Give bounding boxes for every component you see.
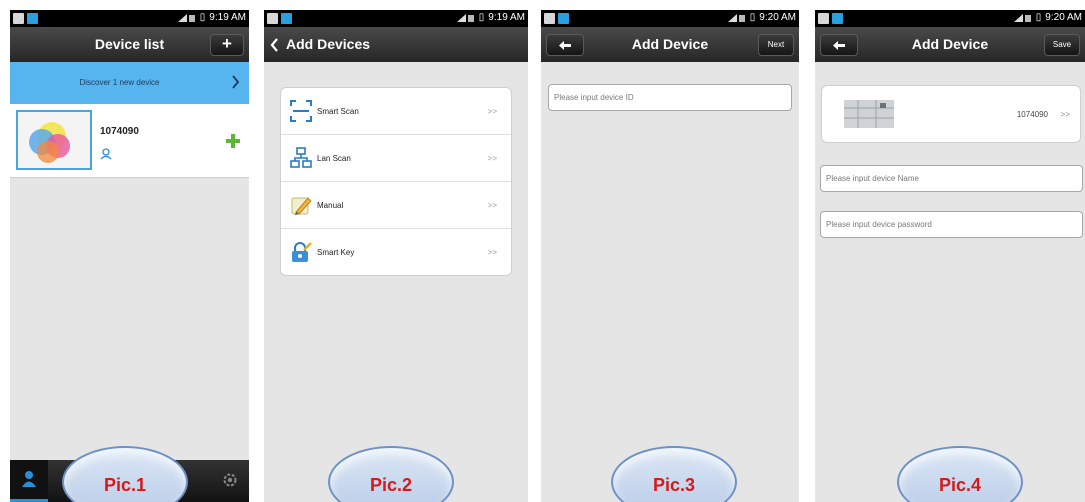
chevron-right-icon <box>232 75 240 89</box>
title-bar: Add Devices <box>264 27 528 62</box>
status-time: 9:19 AM <box>209 12 246 23</box>
camera-snapshot-thumbnail <box>844 100 894 128</box>
signal-icon <box>456 13 475 23</box>
status-time: 9:19 AM <box>488 12 525 23</box>
gallery-icon <box>13 13 24 24</box>
network-icon <box>290 147 312 168</box>
app-icon <box>281 13 292 24</box>
device-password-input[interactable] <box>820 211 1083 238</box>
plus-icon[interactable] <box>226 134 240 148</box>
caption-label: Pic.2 <box>369 475 413 495</box>
person-icon <box>22 471 36 487</box>
status-bar: ▯ 9:20 AM <box>541 10 799 27</box>
signal-icon <box>727 13 746 23</box>
back-button[interactable] <box>820 34 858 56</box>
page-title: Add Devices <box>286 36 371 52</box>
app-icon <box>27 13 38 24</box>
screen-add-device-id: ▯ 9:20 AM Add Device Next <box>541 10 799 502</box>
back-arrow-icon <box>833 41 845 50</box>
battery-icon: ▯ <box>749 12 756 23</box>
device-id: 1074090 <box>1016 110 1048 119</box>
caption-label: Pic.1 <box>103 475 147 495</box>
tab-devices[interactable] <box>10 460 48 502</box>
double-chevron-icon: >> <box>487 107 497 116</box>
add-method-menu: Smart Scan >> Lan Scan >> Manual >> Smar… <box>280 87 512 276</box>
back-button[interactable] <box>546 34 584 56</box>
device-name-input[interactable] <box>820 165 1083 192</box>
next-button[interactable]: Next <box>758 34 794 56</box>
add-device-button[interactable]: + <box>210 34 244 56</box>
discover-text: Discover 1 new device <box>79 78 160 87</box>
scan-icon <box>290 100 312 122</box>
status-bar: ▯ 9:19 AM <box>10 10 249 27</box>
double-chevron-icon: >> <box>487 154 497 163</box>
double-chevron-icon: >> <box>487 248 497 257</box>
gallery-icon <box>818 13 829 24</box>
app-icon <box>832 13 843 24</box>
lock-key-icon <box>292 242 312 262</box>
device-id-input[interactable] <box>548 84 792 111</box>
menu-item-smart-scan[interactable]: Smart Scan >> <box>281 88 511 135</box>
save-button[interactable]: Save <box>1044 34 1080 56</box>
caption-label: Pic.4 <box>938 475 982 495</box>
status-time: 9:20 AM <box>759 12 796 23</box>
menu-label: Smart Key <box>317 248 355 257</box>
gallery-icon <box>267 13 278 24</box>
screen-add-device-details: ▯ 9:20 AM Add Device Save 1074090 >> <box>815 10 1085 502</box>
double-chevron-icon: >> <box>1060 110 1070 119</box>
app-icon <box>558 13 569 24</box>
screen-device-list: ▯ 9:19 AM Device list + Discover 1 new d… <box>10 10 249 502</box>
status-bar: ▯ 9:19 AM <box>264 10 528 27</box>
status-bar: ▯ 9:20 AM <box>815 10 1085 27</box>
menu-label: Manual <box>317 201 344 210</box>
device-id: 1074090 <box>100 126 139 137</box>
battery-icon: ▯ <box>478 12 485 23</box>
menu-item-manual[interactable]: Manual >> <box>281 182 511 229</box>
gear-icon[interactable] <box>221 471 239 489</box>
discover-banner[interactable]: Discover 1 new device <box>10 62 249 104</box>
signal-icon <box>177 13 196 23</box>
caption-label: Pic.3 <box>652 475 696 495</box>
screen-add-devices: ▯ 9:19 AM Add Devices Smart Scan >> Lan … <box>264 10 528 502</box>
device-thumbnail <box>16 110 92 170</box>
double-chevron-icon: >> <box>487 201 497 210</box>
gallery-icon <box>544 13 555 24</box>
menu-item-lan-scan[interactable]: Lan Scan >> <box>281 135 511 182</box>
menu-label: Lan Scan <box>317 154 351 163</box>
title-bar: Add Device Save <box>815 27 1085 62</box>
menu-label: Smart Scan <box>317 107 359 116</box>
device-card[interactable]: 1074090 >> <box>821 85 1081 143</box>
pencil-icon <box>291 197 312 215</box>
menu-item-smart-key[interactable]: Smart Key >> <box>281 229 511 276</box>
device-list-item[interactable]: 1074090 <box>10 104 249 178</box>
user-icon <box>100 148 112 160</box>
status-time: 9:20 AM <box>1045 12 1082 23</box>
title-bar: Device list + <box>10 27 249 62</box>
battery-icon: ▯ <box>199 12 206 23</box>
signal-icon <box>1013 13 1032 23</box>
title-bar: Add Device Next <box>541 27 799 62</box>
battery-icon: ▯ <box>1035 12 1042 23</box>
back-arrow-icon <box>559 41 571 50</box>
